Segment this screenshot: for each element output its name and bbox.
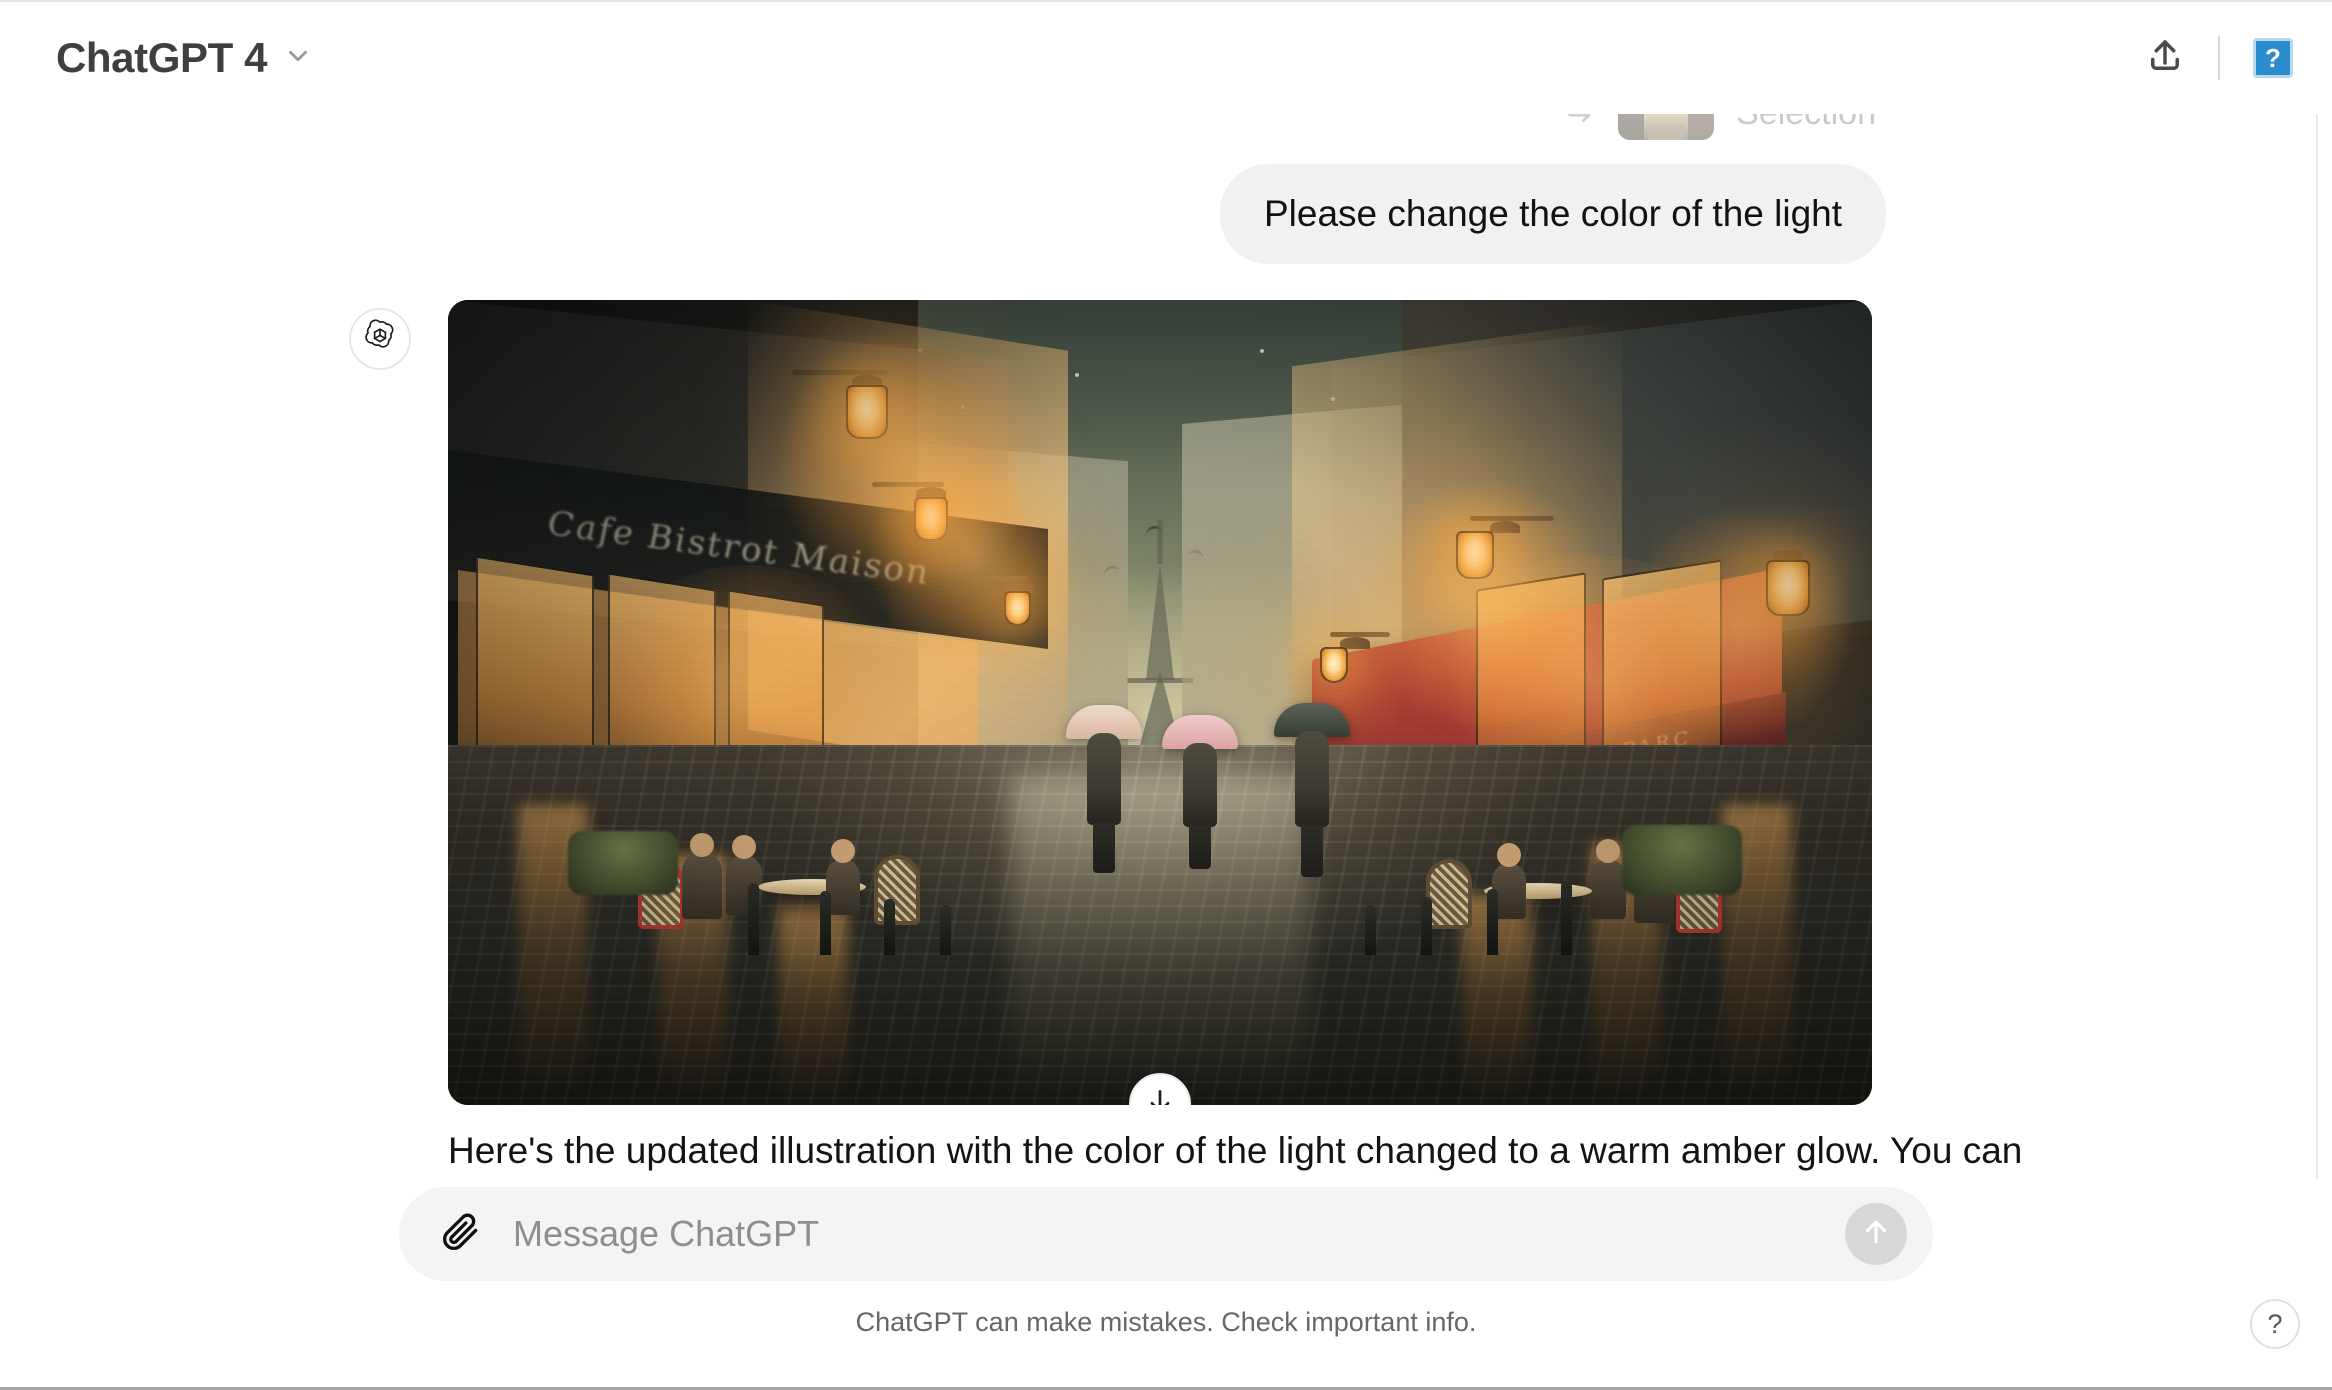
chatgpt-window: ChatGPT 4 ? Please change the color of t…	[0, 0, 2332, 1390]
arrow-up-icon	[1859, 1215, 1893, 1254]
header-actions: ?	[2130, 23, 2308, 93]
message-thread: Selection Please change the color of the…	[349, 86, 2023, 1175]
street-lamp-right-1	[1456, 516, 1554, 580]
bollard	[1365, 905, 1376, 956]
street-lamp-left-2	[872, 482, 948, 542]
assistant-message-row: Cafe Bistrot Maison BRASSERIE DU PARC	[349, 300, 2023, 1175]
chevron-down-icon	[283, 41, 313, 76]
user-message-bubble: Please change the color of the light	[1220, 164, 1886, 265]
bollard	[884, 899, 895, 956]
bollard	[1421, 897, 1432, 956]
search-input[interactable]	[513, 1213, 1845, 1255]
bollard	[748, 883, 759, 956]
bollard	[1487, 889, 1498, 956]
left-planter	[568, 831, 678, 896]
conversation-scroll-area[interactable]: Selection Please change the color of the…	[0, 86, 2332, 1192]
share-upload-icon	[2144, 35, 2186, 82]
bollard	[1561, 881, 1572, 956]
app-header: ChatGPT 4 ?	[0, 2, 2332, 114]
disclaimer-text: ChatGPT can make mistakes. Check importa…	[855, 1307, 1477, 1337]
street-lamp-left-1	[792, 370, 888, 440]
question-mark-icon[interactable]: ?	[2253, 38, 2293, 78]
generated-image[interactable]: Cafe Bistrot Maison BRASSERIE DU PARC	[448, 300, 1872, 1106]
right-planter	[1622, 825, 1742, 896]
message-composer[interactable]	[399, 1187, 1933, 1281]
help-badge-label: ?	[2265, 43, 2281, 73]
pedestrian-with-umbrella	[1274, 703, 1350, 878]
question-mark-icon: ?	[2267, 1308, 2283, 1339]
header-divider	[2218, 36, 2220, 80]
send-button[interactable]	[1845, 1203, 1907, 1265]
openai-logo-icon	[361, 318, 399, 361]
street-lamp-left-3	[972, 576, 1034, 627]
pedestrian-with-umbrella	[1162, 715, 1238, 870]
arrow-down-icon	[1144, 1086, 1176, 1106]
share-button[interactable]	[2130, 23, 2200, 93]
bollard	[820, 891, 831, 956]
street-lamp-right-3	[1766, 550, 1810, 617]
avatar	[349, 308, 411, 371]
pedestrian-with-umbrella	[1066, 705, 1142, 874]
paperclip-icon	[440, 1212, 480, 1257]
help-badge-button[interactable]: ?	[2238, 23, 2308, 93]
user-message-text: Please change the color of the light	[1264, 193, 1842, 234]
bollard	[940, 905, 951, 956]
help-button[interactable]: ?	[2250, 1299, 2300, 1349]
page-title: ChatGPT 4	[56, 34, 268, 81]
attach-file-button[interactable]	[433, 1207, 487, 1261]
assistant-message-text: Here's the updated illustration with the…	[448, 1130, 2023, 1172]
composer-area: ChatGPT can make mistakes. Check importa…	[0, 1179, 2332, 1387]
street-lamp-right-2	[1320, 632, 1390, 684]
left-sign-text: Cafe Bistrot Maison	[548, 503, 930, 594]
model-switcher-button[interactable]: ChatGPT 4	[46, 28, 323, 88]
